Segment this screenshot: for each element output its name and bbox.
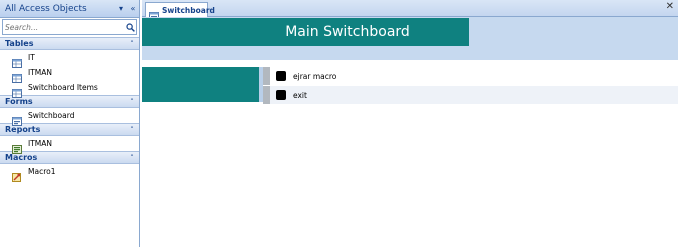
nav-header[interactable]: All Access Objects ▾ « bbox=[0, 0, 139, 18]
chevron-up-icon[interactable]: ˄ bbox=[125, 98, 139, 106]
search-input[interactable] bbox=[3, 21, 124, 33]
group-label: Forms bbox=[5, 97, 33, 106]
form-icon bbox=[149, 6, 159, 21]
watermark-text: ITPro.ir - انجمن تخصصی فناوری اطلاعات ای… bbox=[218, 229, 441, 242]
group-label: Reports bbox=[5, 125, 41, 134]
table-icon bbox=[12, 83, 22, 98]
group-label: Tables bbox=[5, 39, 34, 48]
table-item-it[interactable]: IT bbox=[0, 50, 139, 68]
table-icon bbox=[12, 53, 22, 68]
page-title: Main Switchboard bbox=[285, 24, 410, 40]
item-label: Switchboard Items bbox=[28, 83, 98, 92]
macro-icon bbox=[12, 167, 22, 182]
detail-accent-panel bbox=[142, 67, 259, 102]
macro-item-macro1[interactable]: Macro1 bbox=[0, 164, 139, 182]
report-icon bbox=[12, 139, 22, 154]
switchboard-option-row: ejrar macro bbox=[270, 67, 678, 85]
title-box: Main Switchboard bbox=[142, 18, 469, 46]
record-selector bbox=[263, 86, 270, 104]
navigation-pane: All Access Objects ▾ « Tables ˄ IT ITMAN… bbox=[0, 0, 140, 247]
close-icon[interactable]: ✕ bbox=[666, 1, 674, 12]
search-icon[interactable] bbox=[124, 21, 136, 33]
group-label: Macros bbox=[5, 153, 38, 162]
menu-chevron-icon[interactable]: ▾ bbox=[115, 4, 127, 13]
tab-switchboard[interactable]: Switchboard bbox=[145, 2, 215, 21]
item-label: Switchboard bbox=[28, 111, 75, 120]
switchboard-form: Main Switchboard ejrar macro exit bbox=[142, 17, 678, 247]
chevron-up-icon[interactable]: ˄ bbox=[125, 154, 139, 162]
search-box[interactable] bbox=[2, 19, 137, 35]
watermark-text: TOSINSO.COM bbox=[5, 216, 89, 229]
nav-title[interactable]: All Access Objects bbox=[0, 4, 115, 14]
tab-label: Switchboard bbox=[162, 5, 215, 15]
chevron-up-icon[interactable]: ˄ bbox=[125, 126, 139, 134]
form-icon bbox=[12, 111, 22, 126]
item-label: IT bbox=[28, 53, 35, 62]
option-label[interactable]: ejrar macro bbox=[293, 72, 336, 81]
switchboard-option-row: exit bbox=[270, 86, 678, 104]
record-selector bbox=[263, 67, 270, 85]
option-button[interactable] bbox=[276, 71, 286, 81]
shutter-collapse-icon[interactable]: « bbox=[127, 4, 139, 13]
table-icon bbox=[12, 68, 22, 83]
form-item-switchboard[interactable]: Switchboard bbox=[0, 108, 139, 126]
chevron-up-icon[interactable]: ˄ bbox=[125, 40, 139, 48]
document-tab-bar: Switchboard ✕ bbox=[142, 0, 678, 21]
option-button[interactable] bbox=[276, 90, 286, 100]
group-header-tables[interactable]: Tables ˄ bbox=[0, 37, 139, 50]
table-item-itman[interactable]: ITMAN bbox=[0, 65, 139, 83]
item-label: ITMAN bbox=[28, 68, 53, 77]
item-label: ITMAN bbox=[28, 139, 53, 148]
item-label: Macro1 bbox=[28, 167, 56, 176]
option-label[interactable]: exit bbox=[293, 91, 307, 100]
table-item-switchboard-items[interactable]: Switchboard Items bbox=[0, 80, 139, 98]
report-item-itman[interactable]: ITMAN bbox=[0, 136, 139, 154]
